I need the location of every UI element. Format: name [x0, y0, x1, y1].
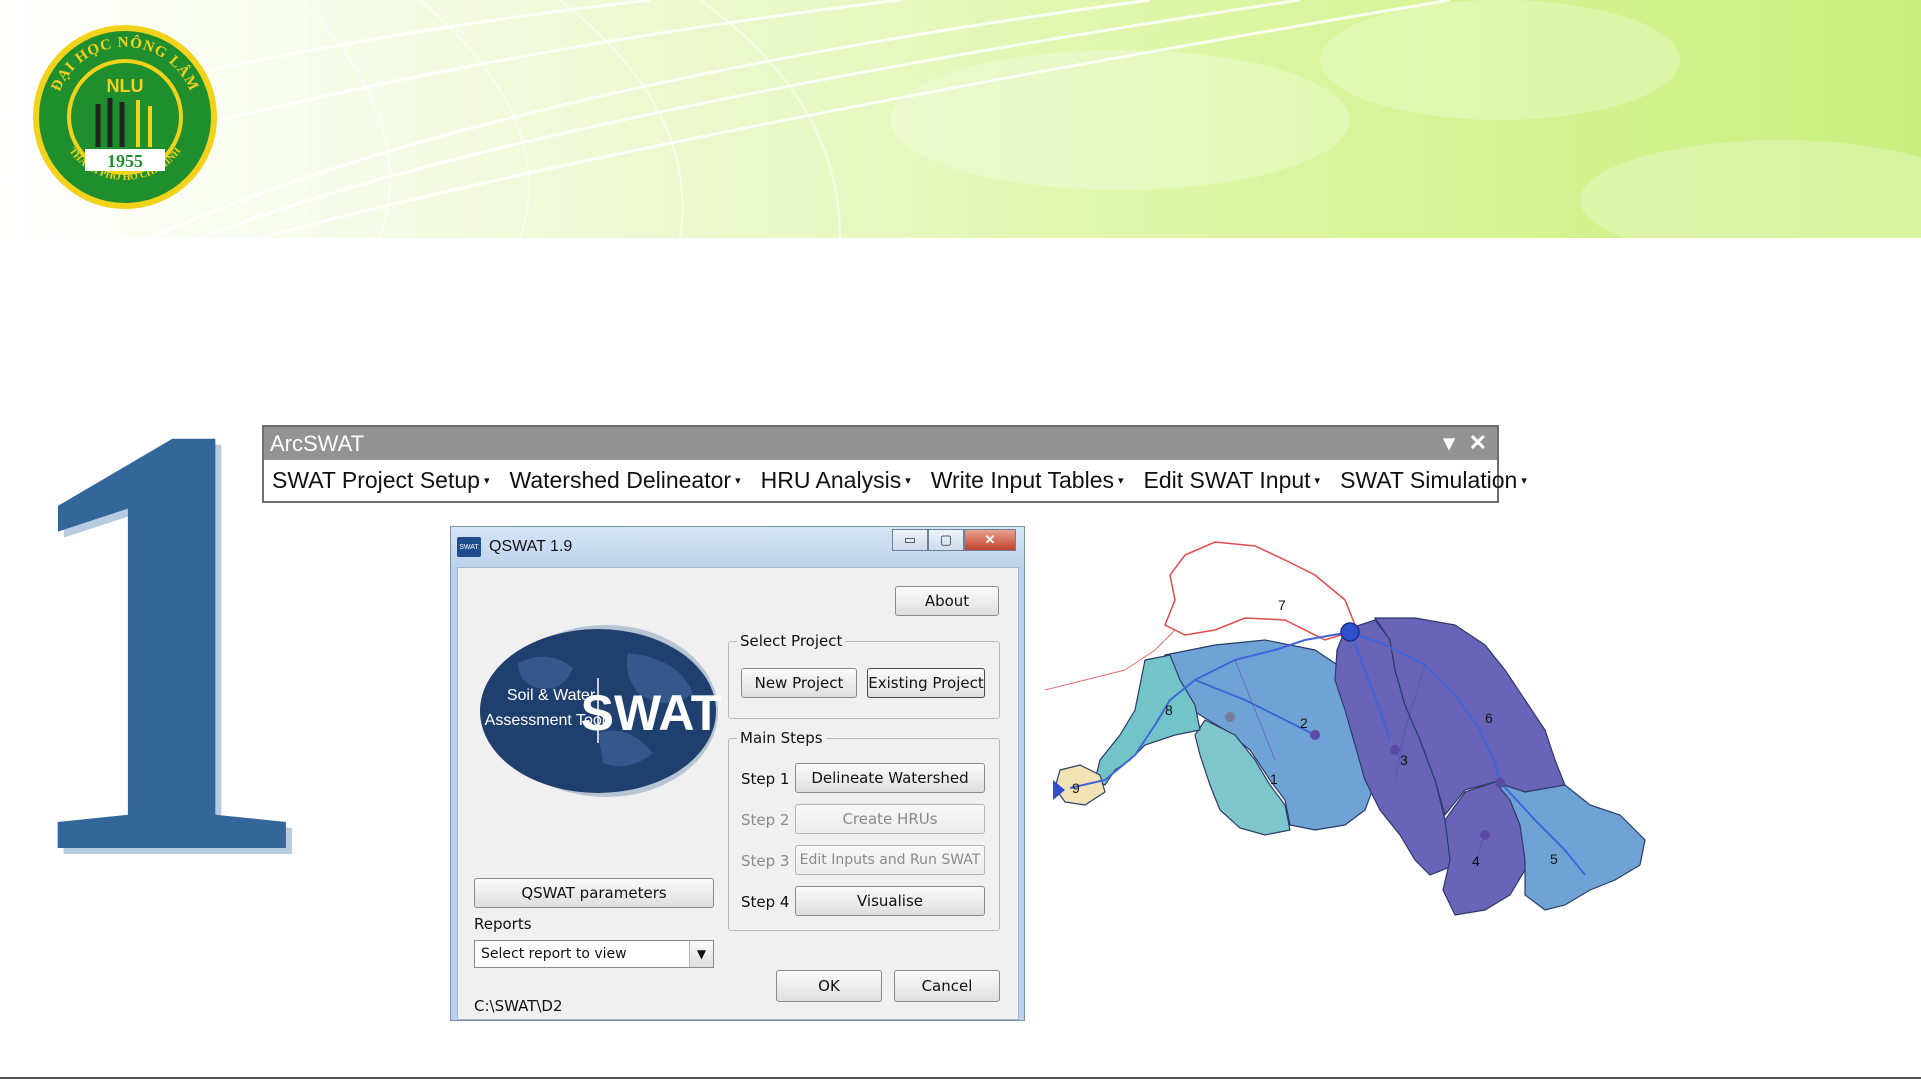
subbasin-label-4: 4 [1472, 853, 1480, 869]
qswat-dialog: SWAT QSWAT 1.9 ▭ ▢ ✕ About Soil & Water … [450, 526, 1025, 1021]
ok-button[interactable]: OK [776, 970, 882, 1002]
cancel-button[interactable]: Cancel [894, 970, 1000, 1002]
caret-down-icon: ▾ [905, 475, 911, 487]
outlet-3 [1390, 745, 1400, 755]
footer-divider [0, 1077, 1921, 1079]
caret-down-icon: ▾ [735, 475, 741, 487]
select-project-label: Select Project [737, 632, 846, 650]
outlet-4 [1480, 830, 1490, 840]
visualise-button[interactable]: Visualise [795, 886, 985, 916]
menu-write-input-tables[interactable]: Write Input Tables ▾ [931, 467, 1124, 494]
menu-swat-project-setup[interactable]: SWAT Project Setup ▾ [272, 467, 489, 494]
nlu-logo-icon: ĐẠI HỌC NÔNG LÂM THÀNH PHỐ HỒ CHÍ MINH N… [33, 25, 217, 209]
step-2-label: Step 2 [741, 811, 790, 829]
window-close-icon[interactable]: ✕ [964, 529, 1016, 551]
reports-select-value: Select report to view [481, 946, 627, 962]
main-steps-label: Main Steps [737, 729, 826, 747]
qswat-title: QSWAT 1.9 [489, 538, 573, 555]
create-hrus-button[interactable]: Create HRUs [795, 804, 985, 834]
swat-logo: Soil & Water Assessment Tool SWAT [478, 623, 723, 803]
swat-app-icon: SWAT [457, 537, 481, 557]
watershed-map: 1 2 3 4 5 6 7 8 9 [1044, 530, 1695, 940]
step-3-label: Step 3 [741, 852, 790, 870]
qswat-parameters-button[interactable]: QSWAT parameters [474, 878, 714, 908]
select-project-group: Select Project New Project Existing Proj… [728, 632, 1000, 719]
subbasin-label-9: 9 [1072, 780, 1080, 796]
swat-globe-logo-icon: Soil & Water Assessment Tool SWAT [480, 625, 722, 797]
caret-down-icon: ▾ [1314, 475, 1321, 487]
qswat-title-bar[interactable]: SWAT QSWAT 1.9 ▭ ▢ ✕ [451, 527, 1024, 567]
maximize-icon[interactable]: ▢ [928, 529, 964, 551]
outlet-8 [1225, 712, 1235, 722]
arcswat-menu-bar: SWAT Project Setup ▾ Watershed Delineator… [264, 460, 1527, 501]
minimize-icon[interactable]: ▭ [892, 529, 928, 551]
header-banner: ĐẠI HỌC NÔNG LÂM THÀNH PHỐ HỒ CHÍ MINH N… [0, 0, 1921, 238]
step-4-label: Step 4 [741, 893, 790, 911]
logo-abbr: NLU [107, 76, 144, 96]
subbasin-label-3: 3 [1400, 752, 1408, 768]
subbasin-7-outline [1164, 541, 1358, 641]
chevron-down-icon[interactable]: ▼ [689, 941, 713, 967]
subbasin-label-6: 6 [1485, 710, 1493, 726]
menu-swat-simulation[interactable]: SWAT Simulation ▾ [1340, 467, 1527, 494]
dropdown-icon[interactable]: ▾ [1444, 430, 1455, 456]
reports-select[interactable]: Select report to view ▼ [474, 940, 714, 968]
outlet-6 [1495, 778, 1505, 788]
outlet-2 [1310, 730, 1320, 740]
main-steps-group: Main Steps Step 1 Delineate Watershed St… [728, 729, 1000, 931]
delineate-watershed-button[interactable]: Delineate Watershed [795, 763, 985, 793]
watershed-map-canvas: 1 2 3 4 5 6 7 8 9 [1044, 541, 1646, 916]
new-project-button[interactable]: New Project [741, 668, 857, 698]
close-icon[interactable]: ✕ [1469, 430, 1487, 456]
qswat-body: About Soil & Water Assessment Tool SWAT … [457, 567, 1019, 1020]
arcswat-title-bar[interactable]: ArcSWAT ▾ ✕ [264, 427, 1497, 460]
reports-label: Reports [474, 915, 532, 933]
banner-background-waves [0, 0, 1921, 238]
edit-inputs-run-swat-button[interactable]: Edit Inputs and Run SWAT [795, 845, 985, 875]
caret-down-icon: ▾ [1117, 475, 1124, 487]
university-logo: ĐẠI HỌC NÔNG LÂM THÀNH PHỐ HỒ CHÍ MINH N… [30, 22, 220, 212]
subbasin-label-1: 1 [1270, 771, 1278, 787]
step-1-label: Step 1 [741, 770, 790, 788]
existing-project-button[interactable]: Existing Project [867, 668, 985, 698]
about-button[interactable]: About [895, 586, 999, 616]
subbasin-label-5: 5 [1550, 851, 1558, 867]
menu-hru-analysis[interactable]: HRU Analysis ▾ [761, 467, 911, 494]
logo-year: 1955 [107, 151, 143, 171]
arcswat-title: ArcSWAT [270, 430, 365, 456]
main-outlet [1340, 622, 1360, 642]
menu-watershed-delineator[interactable]: Watershed Delineator ▾ [509, 467, 740, 494]
subbasin-label-2: 2 [1300, 715, 1308, 731]
subbasin-label-8: 8 [1165, 702, 1173, 718]
menu-edit-swat-input[interactable]: Edit SWAT Input ▾ [1144, 467, 1321, 494]
caret-down-icon: ▾ [483, 475, 490, 487]
slide-number: 1 [8, 297, 318, 983]
caret-down-icon: ▾ [1521, 475, 1527, 487]
arcswat-toolbar: ArcSWAT ▾ ✕ SWAT Project Setup ▾ Watershe… [262, 425, 1527, 503]
subbasin-label-7: 7 [1278, 597, 1286, 613]
swat-logo-brand: SWAT [581, 685, 722, 741]
project-path: C:\SWAT\D2 [474, 997, 563, 1015]
